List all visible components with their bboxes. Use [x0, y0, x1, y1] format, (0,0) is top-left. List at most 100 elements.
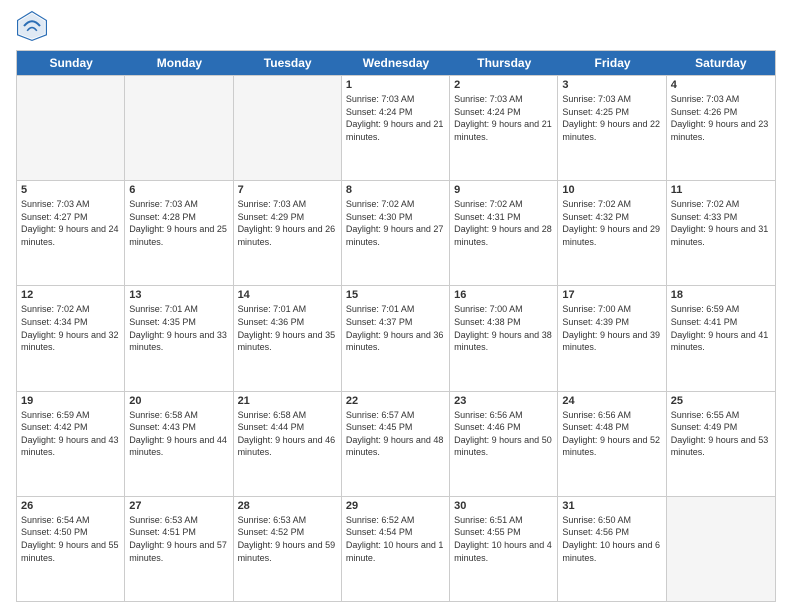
- day-cell-27: 27 Sunrise: 6:53 AMSunset: 4:51 PMDayligh…: [125, 497, 233, 601]
- day-number: 24: [562, 395, 661, 407]
- day-cell-23: 23 Sunrise: 6:56 AMSunset: 4:46 PMDayligh…: [450, 392, 558, 496]
- day-cell-24: 24 Sunrise: 6:56 AMSunset: 4:48 PMDayligh…: [558, 392, 666, 496]
- day-info: Sunrise: 7:02 AMSunset: 4:33 PMDaylight:…: [671, 198, 771, 248]
- day-number: 12: [21, 289, 120, 301]
- day-cell-28: 28Sunrise: 6:53 AMSunset: 4:52 PMDayligh…: [234, 497, 342, 601]
- logo-icon: [16, 10, 48, 42]
- day-number: 2: [454, 79, 553, 91]
- day-number: 20: [129, 395, 228, 407]
- calendar-body: 1 Sunrise: 7:03 AMSunset: 4:24 PMDaylight…: [17, 75, 775, 601]
- day-number: 23: [454, 395, 553, 407]
- day-cell-22: 22 Sunrise: 6:57 AMSunset: 4:45 PMDayligh…: [342, 392, 450, 496]
- day-cell-19: 19Sunrise: 6:59 AMSunset: 4:42 PMDayligh…: [17, 392, 125, 496]
- logo: [16, 10, 54, 42]
- header: [16, 10, 776, 42]
- empty-cell: [17, 76, 125, 180]
- day-info: Sunrise: 7:03 AMSunset: 4:24 PMDaylight:…: [454, 93, 553, 143]
- day-number: 21: [238, 395, 337, 407]
- page: SundayMondayTuesdayWednesdayThursdayFrid…: [0, 0, 792, 612]
- day-number: 17: [562, 289, 661, 301]
- day-number: 5: [21, 184, 120, 196]
- weekday-header-friday: Friday: [558, 51, 666, 75]
- day-cell-29: 29 Sunrise: 6:52 AMSunset: 4:54 PMDayligh…: [342, 497, 450, 601]
- day-number: 1: [346, 79, 445, 91]
- day-number: 6: [129, 184, 228, 196]
- empty-cell: [125, 76, 233, 180]
- day-cell-10: 10Sunrise: 7:02 AMSunset: 4:32 PMDayligh…: [558, 181, 666, 285]
- day-info: Sunrise: 6:52 AMSunset: 4:54 PMDaylight:…: [346, 514, 445, 564]
- weekday-header-saturday: Saturday: [667, 51, 775, 75]
- day-info: Sunrise: 7:01 AMSunset: 4:35 PMDaylight:…: [129, 303, 228, 353]
- day-cell-7: 7 Sunrise: 7:03 AMSunset: 4:29 PMDaylight…: [234, 181, 342, 285]
- day-cell-4: 4Sunrise: 7:03 AMSunset: 4:26 PMDaylight…: [667, 76, 775, 180]
- day-number: 29: [346, 500, 445, 512]
- day-number: 26: [21, 500, 120, 512]
- day-cell-25: 25 Sunrise: 6:55 AMSunset: 4:49 PMDayligh…: [667, 392, 775, 496]
- day-number: 10: [562, 184, 661, 196]
- day-number: 7: [238, 184, 337, 196]
- weekday-header-sunday: Sunday: [17, 51, 125, 75]
- week-row-1: 1 Sunrise: 7:03 AMSunset: 4:24 PMDaylight…: [17, 75, 775, 180]
- day-info: Sunrise: 7:02 AMSunset: 4:34 PMDaylight:…: [21, 303, 120, 353]
- day-cell-21: 21 Sunrise: 6:58 AMSunset: 4:44 PMDayligh…: [234, 392, 342, 496]
- weekday-header-wednesday: Wednesday: [342, 51, 450, 75]
- calendar: SundayMondayTuesdayWednesdayThursdayFrid…: [16, 50, 776, 602]
- calendar-header: SundayMondayTuesdayWednesdayThursdayFrid…: [17, 51, 775, 75]
- day-number: 25: [671, 395, 771, 407]
- day-info: Sunrise: 6:59 AMSunset: 4:41 PMDaylight:…: [671, 303, 771, 353]
- day-info: Sunrise: 6:55 AMSunset: 4:49 PMDaylight:…: [671, 409, 771, 459]
- day-cell-18: 18 Sunrise: 6:59 AMSunset: 4:41 PMDayligh…: [667, 286, 775, 390]
- day-info: Sunrise: 6:58 AMSunset: 4:44 PMDaylight:…: [238, 409, 337, 459]
- day-cell-17: 17 Sunrise: 7:00 AMSunset: 4:39 PMDayligh…: [558, 286, 666, 390]
- day-info: Sunrise: 7:03 AMSunset: 4:27 PMDaylight:…: [21, 198, 120, 248]
- day-number: 18: [671, 289, 771, 301]
- day-number: 4: [671, 79, 771, 91]
- day-cell-6: 6 Sunrise: 7:03 AMSunset: 4:28 PMDaylight…: [125, 181, 233, 285]
- day-info: Sunrise: 7:01 AMSunset: 4:36 PMDaylight:…: [238, 303, 337, 353]
- day-info: Sunrise: 7:02 AMSunset: 4:30 PMDaylight:…: [346, 198, 445, 248]
- day-info: Sunrise: 7:00 AMSunset: 4:38 PMDaylight:…: [454, 303, 553, 353]
- week-row-5: 26 Sunrise: 6:54 AMSunset: 4:50 PMDayligh…: [17, 496, 775, 601]
- empty-cell: [234, 76, 342, 180]
- empty-cell: [667, 497, 775, 601]
- day-number: 16: [454, 289, 553, 301]
- week-row-2: 5 Sunrise: 7:03 AMSunset: 4:27 PMDaylight…: [17, 180, 775, 285]
- day-number: 15: [346, 289, 445, 301]
- day-cell-9: 9Sunrise: 7:02 AMSunset: 4:31 PMDaylight…: [450, 181, 558, 285]
- day-number: 31: [562, 500, 661, 512]
- day-cell-1: 1 Sunrise: 7:03 AMSunset: 4:24 PMDaylight…: [342, 76, 450, 180]
- day-info: Sunrise: 6:58 AMSunset: 4:43 PMDaylight:…: [129, 409, 228, 459]
- day-cell-31: 31 Sunrise: 6:50 AMSunset: 4:56 PMDayligh…: [558, 497, 666, 601]
- day-cell-26: 26 Sunrise: 6:54 AMSunset: 4:50 PMDayligh…: [17, 497, 125, 601]
- day-info: Sunrise: 7:03 AMSunset: 4:24 PMDaylight:…: [346, 93, 445, 143]
- day-number: 28: [238, 500, 337, 512]
- day-info: Sunrise: 6:54 AMSunset: 4:50 PMDaylight:…: [21, 514, 120, 564]
- day-number: 8: [346, 184, 445, 196]
- day-number: 14: [238, 289, 337, 301]
- day-number: 11: [671, 184, 771, 196]
- day-number: 3: [562, 79, 661, 91]
- day-info: Sunrise: 6:50 AMSunset: 4:56 PMDaylight:…: [562, 514, 661, 564]
- day-number: 27: [129, 500, 228, 512]
- day-cell-8: 8 Sunrise: 7:02 AMSunset: 4:30 PMDaylight…: [342, 181, 450, 285]
- day-info: Sunrise: 6:56 AMSunset: 4:46 PMDaylight:…: [454, 409, 553, 459]
- day-cell-13: 13Sunrise: 7:01 AMSunset: 4:35 PMDayligh…: [125, 286, 233, 390]
- day-cell-16: 16 Sunrise: 7:00 AMSunset: 4:38 PMDayligh…: [450, 286, 558, 390]
- week-row-4: 19Sunrise: 6:59 AMSunset: 4:42 PMDayligh…: [17, 391, 775, 496]
- day-info: Sunrise: 7:01 AMSunset: 4:37 PMDaylight:…: [346, 303, 445, 353]
- day-info: Sunrise: 7:03 AMSunset: 4:25 PMDaylight:…: [562, 93, 661, 143]
- day-info: Sunrise: 7:00 AMSunset: 4:39 PMDaylight:…: [562, 303, 661, 353]
- day-info: Sunrise: 7:03 AMSunset: 4:29 PMDaylight:…: [238, 198, 337, 248]
- day-cell-30: 30Sunrise: 6:51 AMSunset: 4:55 PMDayligh…: [450, 497, 558, 601]
- day-number: 9: [454, 184, 553, 196]
- day-cell-12: 12 Sunrise: 7:02 AMSunset: 4:34 PMDayligh…: [17, 286, 125, 390]
- day-info: Sunrise: 7:03 AMSunset: 4:28 PMDaylight:…: [129, 198, 228, 248]
- day-number: 30: [454, 500, 553, 512]
- day-info: Sunrise: 6:59 AMSunset: 4:42 PMDaylight:…: [21, 409, 120, 459]
- day-cell-14: 14 Sunrise: 7:01 AMSunset: 4:36 PMDayligh…: [234, 286, 342, 390]
- day-number: 22: [346, 395, 445, 407]
- day-info: Sunrise: 6:53 AMSunset: 4:51 PMDaylight:…: [129, 514, 228, 564]
- day-cell-2: 2 Sunrise: 7:03 AMSunset: 4:24 PMDaylight…: [450, 76, 558, 180]
- day-info: Sunrise: 6:57 AMSunset: 4:45 PMDaylight:…: [346, 409, 445, 459]
- day-info: Sunrise: 6:56 AMSunset: 4:48 PMDaylight:…: [562, 409, 661, 459]
